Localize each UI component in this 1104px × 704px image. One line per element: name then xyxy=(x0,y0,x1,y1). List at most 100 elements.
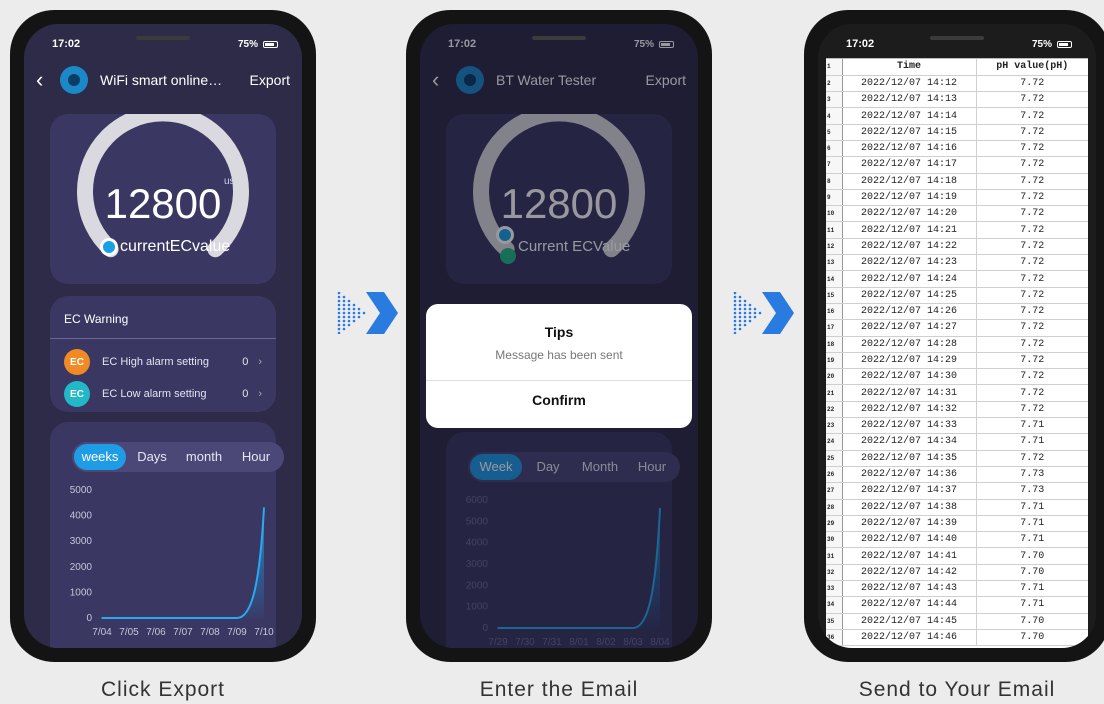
arrow-dot xyxy=(337,315,341,319)
ec-warning-card: EC Warning EC EC High alarm setting 0 › … xyxy=(50,296,276,412)
ph-cell: 7.70 xyxy=(976,629,1088,647)
table-row: 5 2022/12/07 14:15 7.72 xyxy=(826,124,1088,141)
row-number: 8 xyxy=(826,173,843,190)
arrow-dot xyxy=(347,323,351,327)
arrow-dot xyxy=(337,319,341,323)
export-button[interactable]: Export xyxy=(250,72,290,88)
gauge-value: 12800 xyxy=(104,180,222,227)
arrow-dot xyxy=(738,323,742,327)
ph-cell: 7.71 xyxy=(976,580,1088,598)
row-number: 11 xyxy=(826,221,843,239)
row-number: 35 xyxy=(826,613,843,630)
exported-spreadsheet[interactable]: 1 Time pH value(pH) 2 2022/12/07 14:12 7.7… xyxy=(826,58,1088,648)
time-cell: 2022/12/07 14:43 xyxy=(842,580,977,598)
time-cell: 2022/12/07 14:39 xyxy=(842,515,977,533)
phone-speaker xyxy=(930,36,984,40)
data-point xyxy=(263,507,265,509)
row-number: 20 xyxy=(826,368,843,386)
dialog-title: Tips xyxy=(544,324,574,340)
table-row: 12 2022/12/07 14:22 7.72 xyxy=(826,238,1088,256)
ph-cell: 7.70 xyxy=(976,613,1088,630)
data-point xyxy=(155,617,157,619)
arrow-dot xyxy=(337,307,341,311)
data-point xyxy=(182,617,184,619)
table-row: 11 2022/12/07 14:21 7.72 xyxy=(826,221,1088,239)
arrow-dot xyxy=(337,295,341,299)
y-tick-label: 5000 xyxy=(70,485,93,496)
time-cell: 2022/12/07 14:30 xyxy=(842,368,977,386)
arrow-dot xyxy=(733,315,737,319)
time-cell: 2022/12/07 14:40 xyxy=(842,531,977,549)
data-point xyxy=(209,617,211,619)
ec-high-alarm-row[interactable]: EC EC High alarm setting 0 › xyxy=(64,348,262,376)
time-cell: 2022/12/07 14:12 xyxy=(842,75,977,93)
row-number: 32 xyxy=(826,564,843,582)
ph-cell: 7.71 xyxy=(976,499,1088,516)
arrow-dot xyxy=(342,311,346,315)
time-cell: 2022/12/07 14:42 xyxy=(842,564,977,582)
ec-low-alarm-row[interactable]: EC EC Low alarm setting 0 › xyxy=(64,380,262,408)
row-number: 34 xyxy=(826,596,843,614)
ph-cell: 7.72 xyxy=(976,254,1088,272)
arrow-dot xyxy=(337,292,341,295)
tab-weeks[interactable]: weeks xyxy=(74,444,126,470)
ph-cell: 7.72 xyxy=(976,156,1088,174)
table-row: 13 2022/12/07 14:23 7.72 xyxy=(826,254,1088,272)
arrow-dot xyxy=(738,303,742,307)
tab-hour[interactable]: Hour xyxy=(230,444,282,470)
row-number: 7 xyxy=(826,156,843,174)
arrow-dot xyxy=(337,323,341,327)
arrow-dot xyxy=(743,315,747,319)
time-cell: 2022/12/07 14:23 xyxy=(842,254,977,272)
tab-days[interactable]: Days xyxy=(126,444,178,470)
ec-history-chart: 0 1000 2000 3000 4000 5000 7/04 7/05 7/06 7/07 7/0… xyxy=(70,485,274,638)
tab-month[interactable]: month xyxy=(178,444,230,470)
row-number: 2 xyxy=(826,75,843,93)
time-cell: 2022/12/07 14:44 xyxy=(842,596,977,614)
chevron-right-icon xyxy=(337,292,398,334)
time-cell: 2022/12/07 14:31 xyxy=(842,384,977,402)
table-row: 17 2022/12/07 14:27 7.72 xyxy=(826,319,1088,337)
row-number: 5 xyxy=(826,124,843,141)
app-logo-icon xyxy=(60,66,88,94)
time-cell: 2022/12/07 14:18 xyxy=(842,173,977,190)
ec-low-alarm-label: EC Low alarm setting xyxy=(102,388,207,400)
ph-cell: 7.72 xyxy=(976,270,1088,288)
time-cell: 2022/12/07 14:36 xyxy=(842,466,977,484)
row-number: 17 xyxy=(826,319,843,337)
back-arrow-icon[interactable]: ‹ xyxy=(36,69,56,91)
status-time: 17:02 xyxy=(52,38,81,50)
gauge-unit: us xyxy=(224,176,235,187)
time-cell: 2022/12/07 14:24 xyxy=(842,270,977,288)
ph-cell: 7.72 xyxy=(976,287,1088,304)
time-cell: 2022/12/07 14:26 xyxy=(842,303,977,321)
arrow-dot xyxy=(347,315,351,319)
arrow-dot xyxy=(733,323,737,327)
arrow-dot xyxy=(342,327,346,331)
ph-cell: 7.72 xyxy=(976,450,1088,467)
status-right: 75% xyxy=(1032,39,1072,50)
confirm-button[interactable]: Confirm xyxy=(426,392,692,408)
y-tick-label: 3000 xyxy=(70,536,93,547)
arrow-dot xyxy=(738,307,742,311)
x-tick-label: 7/09 xyxy=(227,627,247,638)
row-number: 3 xyxy=(826,91,843,109)
time-cell: 2022/12/07 14:15 xyxy=(842,124,977,141)
time-cell: 2022/12/07 14:28 xyxy=(842,336,977,353)
time-cell: 2022/12/07 14:32 xyxy=(842,401,977,419)
time-cell: 2022/12/07 14:45 xyxy=(842,613,977,630)
y-tick-label: 1000 xyxy=(70,587,93,598)
data-point xyxy=(128,617,130,619)
table-row: 18 2022/12/07 14:28 7.72 xyxy=(826,336,1088,353)
time-cell: 2022/12/07 14:35 xyxy=(842,450,977,467)
table-row: 36 2022/12/07 14:46 7.70 xyxy=(826,629,1088,647)
arrow-dot xyxy=(738,295,742,299)
table-row: 26 2022/12/07 14:36 7.73 xyxy=(826,466,1088,484)
arrow-dot xyxy=(342,299,346,303)
ec-low-alarm-value: 0 xyxy=(242,388,249,400)
phone-screen: 17:02 75% ‹ BT Water Tester Export 12800 xyxy=(420,24,698,648)
divider xyxy=(50,338,276,339)
phone-screen: 17:02 75% ‹ WiFi smart online… Export 12… xyxy=(24,24,302,648)
time-cell: 2022/12/07 14:20 xyxy=(842,205,977,223)
step-caption: Enter the Email xyxy=(479,678,639,701)
